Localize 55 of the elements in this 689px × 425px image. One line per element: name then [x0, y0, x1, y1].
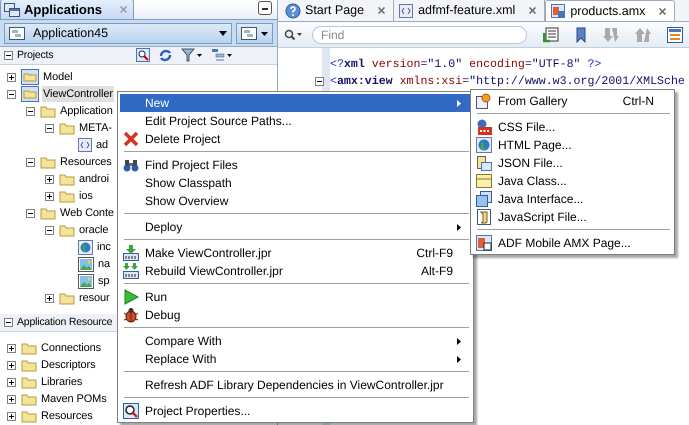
menu-item[interactable]: Java Interface... — [473, 190, 672, 208]
tree-item[interactable]: Libraries — [40, 374, 84, 390]
tree-item[interactable]: na — [97, 256, 112, 272]
section-title: Application Resource — [17, 314, 112, 330]
tree-item[interactable]: Connections — [40, 340, 102, 356]
menu-item[interactable]: Rebuild ViewController.jpr Alt-F9 — [120, 262, 471, 280]
code-line: <?xml version="1.0" encoding="UTF-8" ?> — [330, 57, 602, 73]
menu-item[interactable]: JavaScript File... — [473, 208, 672, 226]
menu-item[interactable]: Edit Project Source Paths... — [120, 112, 471, 130]
menu-item[interactable]: Delete Project — [120, 130, 471, 148]
menu-item[interactable]: Show Classpath — [120, 174, 471, 192]
tree-item[interactable]: Web Conte — [59, 205, 115, 222]
menu-item[interactable]: Run — [120, 288, 471, 306]
shortcut-label: Ctrl-F9 — [416, 245, 453, 262]
menu-item[interactable]: Project Properties... — [120, 402, 471, 420]
tree-item[interactable]: androi — [78, 171, 110, 188]
tree-item[interactable]: Resources — [59, 154, 113, 170]
tree-item[interactable]: Maven POMs — [40, 391, 108, 408]
code-line: <amx:view xmlns:xsi="http://www.w3.org/2001/XMLSche — [330, 74, 686, 90]
menu-item[interactable]: Debug — [120, 306, 471, 324]
tree-item[interactable]: META- — [78, 120, 113, 136]
menu-item[interactable]: Java Class... — [473, 172, 672, 190]
editor-tab[interactable]: Start Page — [281, 0, 394, 21]
panel-tab[interactable]: Applications — [0, 0, 134, 19]
shortcut-label: Alt-F9 — [420, 263, 453, 280]
search-field[interactable]: Find — [312, 26, 527, 44]
menu-item[interactable]: JSON File... — [473, 154, 672, 172]
menu-item[interactable]: Find Project Files — [120, 156, 471, 174]
tree-item[interactable]: Descriptors — [40, 357, 97, 374]
menu-item[interactable]: Deploy — [120, 218, 471, 236]
menu-item[interactable]: HTML Page... — [473, 136, 672, 154]
section-title: Projects — [17, 48, 54, 63]
shortcut-label: Ctrl-N — [622, 93, 654, 110]
tree-item[interactable]: Model — [42, 69, 74, 86]
application-dropdown[interactable]: Application45 — [4, 23, 232, 44]
tree-item[interactable]: ViewController — [42, 86, 114, 102]
tree-item[interactable]: inc — [96, 239, 112, 256]
menu-item[interactable]: Replace With — [120, 350, 471, 368]
menu-item[interactable]: Show Overview — [120, 192, 471, 210]
tree-item[interactable]: Resources — [40, 408, 94, 424]
tree-item[interactable]: ad — [95, 137, 110, 154]
tree-item[interactable]: ios — [78, 188, 94, 204]
editor-tab[interactable]: products.amx — [545, 0, 676, 21]
tree-item[interactable]: Application — [59, 103, 114, 120]
menu-item[interactable]: From Gallery Ctrl-N — [473, 92, 672, 110]
menu-item[interactable]: ADF Mobile AMX Page... — [473, 234, 672, 252]
menu-item[interactable]: Compare With — [120, 332, 471, 350]
tree-item[interactable]: oracle — [78, 222, 110, 238]
menu-item[interactable]: Refresh ADF Library Dependencies in ViewController.jpr — [120, 376, 471, 394]
tree-item[interactable]: sp — [97, 273, 110, 290]
editor-tab[interactable]: adfmf-feature.xml — [394, 0, 546, 21]
menu-item[interactable]: New — [120, 94, 471, 112]
menu-item[interactable]: CSS File... — [473, 118, 672, 136]
menu-item[interactable]: Make ViewController.jpr Ctrl-F9 — [120, 244, 471, 262]
tree-item[interactable]: resour — [78, 290, 111, 306]
